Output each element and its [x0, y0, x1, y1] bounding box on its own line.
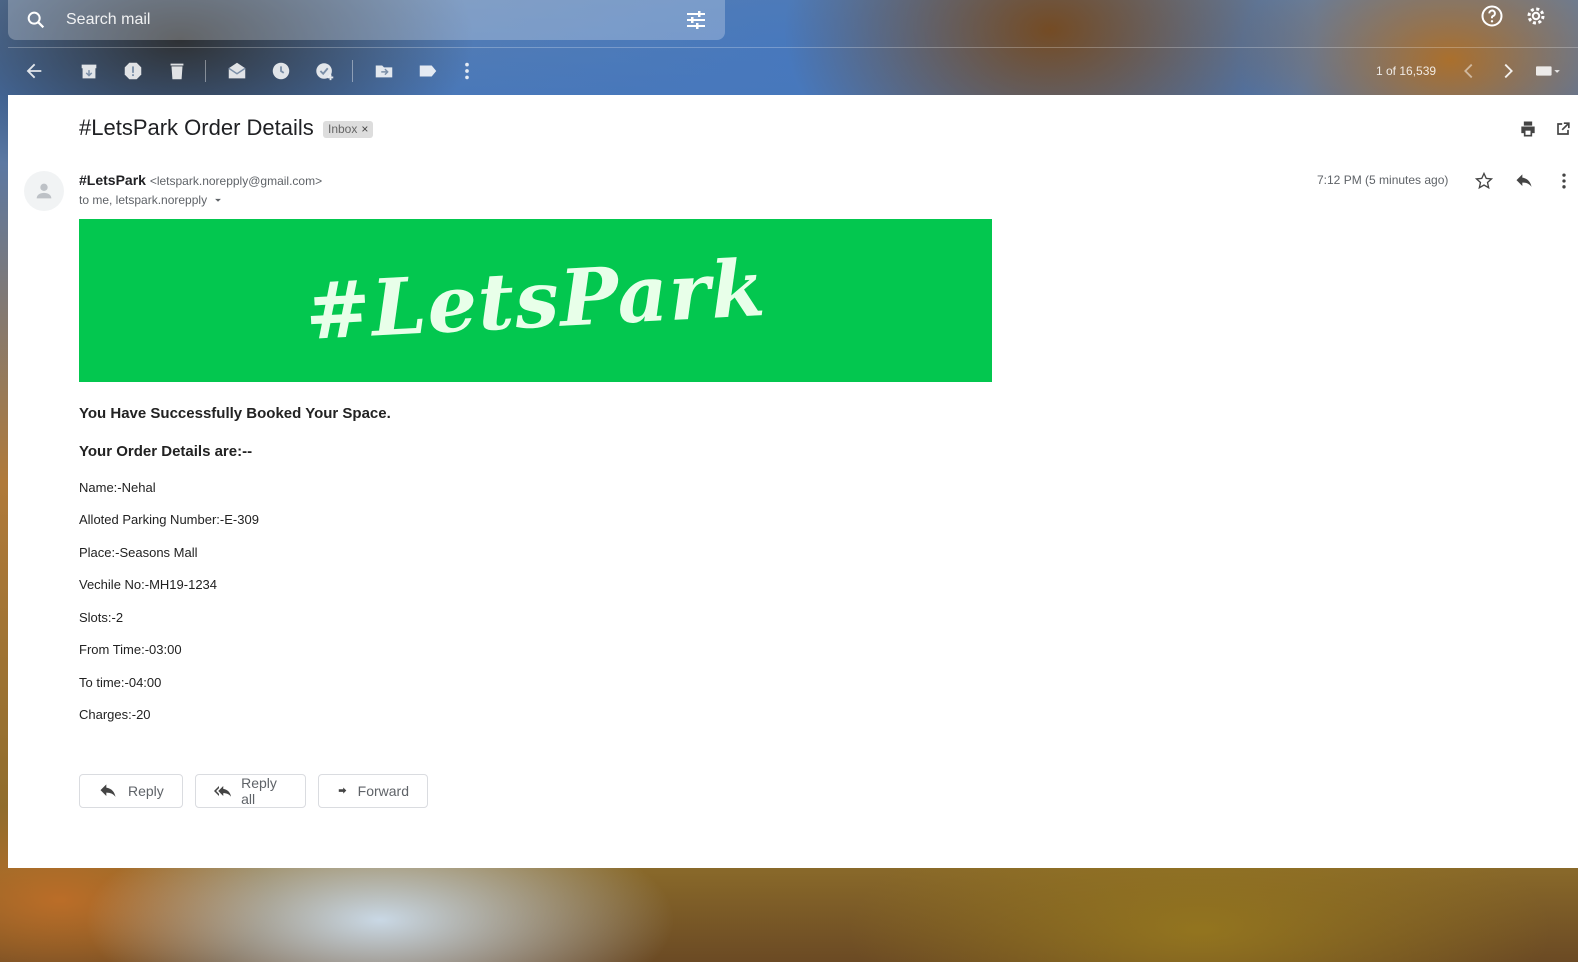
reply-icon[interactable] — [1514, 171, 1534, 191]
label-name: Inbox — [328, 122, 358, 136]
sender-email: <letspark.norepply@gmail.com> — [149, 174, 323, 188]
print-icon[interactable] — [1518, 119, 1538, 139]
detail-line: To time:-04:00 — [79, 675, 162, 690]
search-bar — [8, 0, 725, 40]
detail-line: Slots:-2 — [79, 610, 124, 625]
letspark-banner: #LetsPark — [79, 219, 992, 382]
search-input[interactable] — [64, 4, 684, 36]
inbox-label-chip[interactable]: Inbox × — [323, 121, 374, 138]
report-spam-icon[interactable] — [122, 60, 144, 82]
email-panel: #LetsPark Order Details Inbox × #LetsPar… — [8, 95, 1578, 868]
reply-button[interactable]: Reply — [79, 774, 183, 808]
archive-icon[interactable] — [78, 60, 100, 82]
search-options-icon[interactable] — [684, 8, 708, 32]
mark-unread-icon[interactable] — [226, 60, 248, 82]
older-chevron-right-icon[interactable] — [1497, 60, 1519, 82]
detail-line: Place:-Seasons Mall — [79, 545, 198, 560]
add-to-tasks-icon[interactable] — [314, 60, 336, 82]
show-details-dropdown-icon[interactable] — [211, 193, 225, 207]
sender-line: #LetsPark <letspark.norepply@gmail.com> — [79, 172, 322, 188]
detail-line: Charges:-20 — [79, 707, 151, 722]
forward-button[interactable]: Forward — [318, 774, 428, 808]
delete-icon[interactable] — [166, 60, 188, 82]
settings-gear-icon[interactable] — [1524, 4, 1548, 28]
more-options-icon[interactable] — [1554, 171, 1574, 191]
order-details-heading: Your Order Details are:-- — [79, 443, 253, 460]
search-icon[interactable] — [25, 9, 47, 31]
toolbar-separator — [205, 60, 206, 82]
toolbar-divider — [8, 47, 1578, 48]
help-icon[interactable] — [1480, 4, 1504, 28]
detail-line: Alloted Parking Number:-E-309 — [79, 512, 259, 527]
move-to-icon[interactable] — [373, 60, 395, 82]
reply-icon — [100, 784, 116, 797]
email-timestamp: 7:12 PM (5 minutes ago) — [1317, 173, 1449, 187]
reply-label: Reply — [128, 783, 164, 799]
forward-arrow-icon — [338, 787, 347, 794]
toolbar-separator — [352, 60, 353, 82]
confirmation-heading: You Have Successfully Booked Your Space. — [79, 405, 391, 422]
keyboard-input-icon[interactable] — [1533, 60, 1561, 82]
sender-avatar — [24, 171, 64, 211]
recipients-line: to me, letspark.norepply — [79, 193, 225, 207]
reply-all-button[interactable]: Reply all — [195, 774, 306, 808]
newer-chevron-left-icon[interactable] — [1458, 60, 1480, 82]
banner-logo-text: #LetsPark — [302, 242, 769, 359]
reply-all-label: Reply all — [241, 775, 277, 807]
reply-all-icon — [214, 786, 232, 797]
open-new-window-icon[interactable] — [1553, 119, 1573, 139]
back-arrow-icon[interactable] — [23, 60, 45, 82]
pager-count: 1 of 16,539 — [1376, 64, 1437, 78]
recipients-text: to me, letspark.norepply — [79, 193, 208, 207]
detail-line: Name:-Nehal — [79, 480, 156, 495]
snooze-clock-icon[interactable] — [270, 60, 292, 82]
remove-label-icon[interactable]: × — [361, 121, 368, 138]
sender-name[interactable]: #LetsPark — [79, 172, 146, 188]
email-subject: #LetsPark Order Details — [79, 115, 314, 140]
star-icon[interactable] — [1474, 171, 1494, 191]
person-icon — [36, 183, 52, 199]
label-icon[interactable] — [417, 60, 439, 82]
detail-line: Vechile No:-MH19-1234 — [79, 577, 218, 592]
detail-line: From Time:-03:00 — [79, 642, 182, 657]
forward-label: Forward — [357, 783, 409, 799]
more-vertical-icon[interactable] — [456, 60, 478, 82]
